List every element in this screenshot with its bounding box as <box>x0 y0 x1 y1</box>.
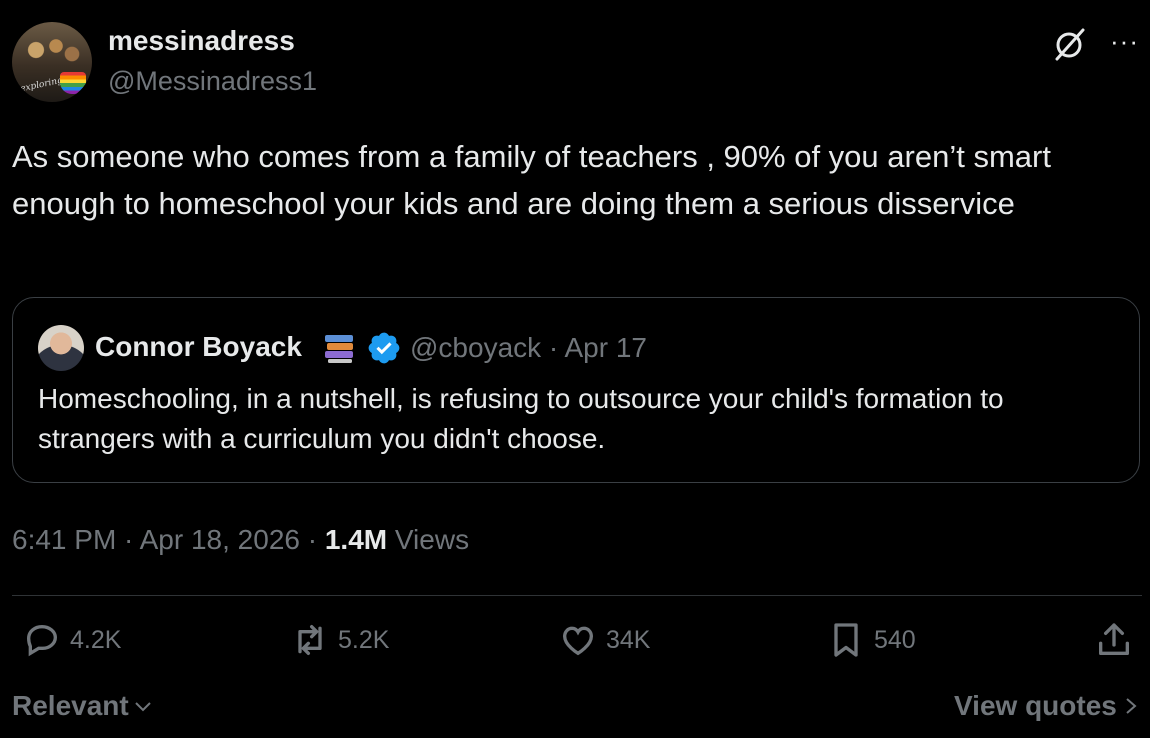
views-count: 1.4M <box>324 524 388 555</box>
views-label: Views <box>394 524 470 555</box>
quoted-meta: @cboyack · Apr 17 <box>410 332 647 364</box>
more-icon[interactable]: ··· <box>1110 26 1139 57</box>
quoted-author-name[interactable]: Connor Boyack <box>95 331 302 363</box>
author-display-name[interactable]: messinadress <box>108 25 295 57</box>
view-quotes-label: View quotes <box>954 690 1117 721</box>
repost-button[interactable]: 5.2K <box>290 620 389 660</box>
grok-icon[interactable] <box>1052 26 1088 62</box>
quoted-date[interactable]: Apr 17 <box>564 332 647 363</box>
repost-count: 5.2K <box>338 625 390 654</box>
reply-button[interactable]: 4.2K <box>22 620 121 660</box>
view-quotes-link[interactable]: View quotes <box>954 690 1139 722</box>
like-count: 34K <box>606 625 651 654</box>
tweet-time[interactable]: 6:41 PM <box>12 524 116 555</box>
quoted-tweet-text: Homeschooling, in a nutshell, is refusin… <box>38 383 1004 454</box>
meta-separator: · <box>548 332 559 363</box>
quoted-author-avatar[interactable] <box>38 325 84 371</box>
chevron-right-icon <box>1126 698 1137 714</box>
rainbow-heart-icon <box>60 72 86 94</box>
tweet-date[interactable]: Apr 18, 2026 <box>140 524 300 555</box>
author-avatar[interactable]: exploring <box>12 22 92 102</box>
avatar-script-text: exploring <box>19 75 64 95</box>
verified-badge-icon <box>368 332 400 364</box>
tweet-text: As someone who comes from a family of te… <box>12 139 1051 221</box>
bookmark-icon <box>834 623 858 657</box>
repost-icon <box>298 625 322 655</box>
share-button[interactable] <box>1094 620 1134 660</box>
like-button[interactable]: 34K <box>558 620 650 660</box>
like-icon <box>562 626 594 656</box>
author-handle[interactable]: @Messinadress1 <box>108 66 317 97</box>
reply-icon <box>26 624 58 657</box>
quoted-handle[interactable]: @cboyack <box>410 332 541 363</box>
sort-label: Relevant <box>12 690 129 721</box>
share-icon <box>1099 623 1129 655</box>
reply-count: 4.2K <box>70 625 122 654</box>
bookmark-button[interactable]: 540 <box>826 620 916 660</box>
tweet-timestamp: 6:41 PM · Apr 18, 2026 · 1.4M Views <box>12 524 470 555</box>
chevron-down-icon <box>135 702 151 712</box>
sort-replies-dropdown[interactable]: Relevant <box>12 690 153 722</box>
books-emoji-icon <box>325 335 353 363</box>
bookmark-count: 540 <box>874 625 916 654</box>
divider <box>12 595 1142 596</box>
